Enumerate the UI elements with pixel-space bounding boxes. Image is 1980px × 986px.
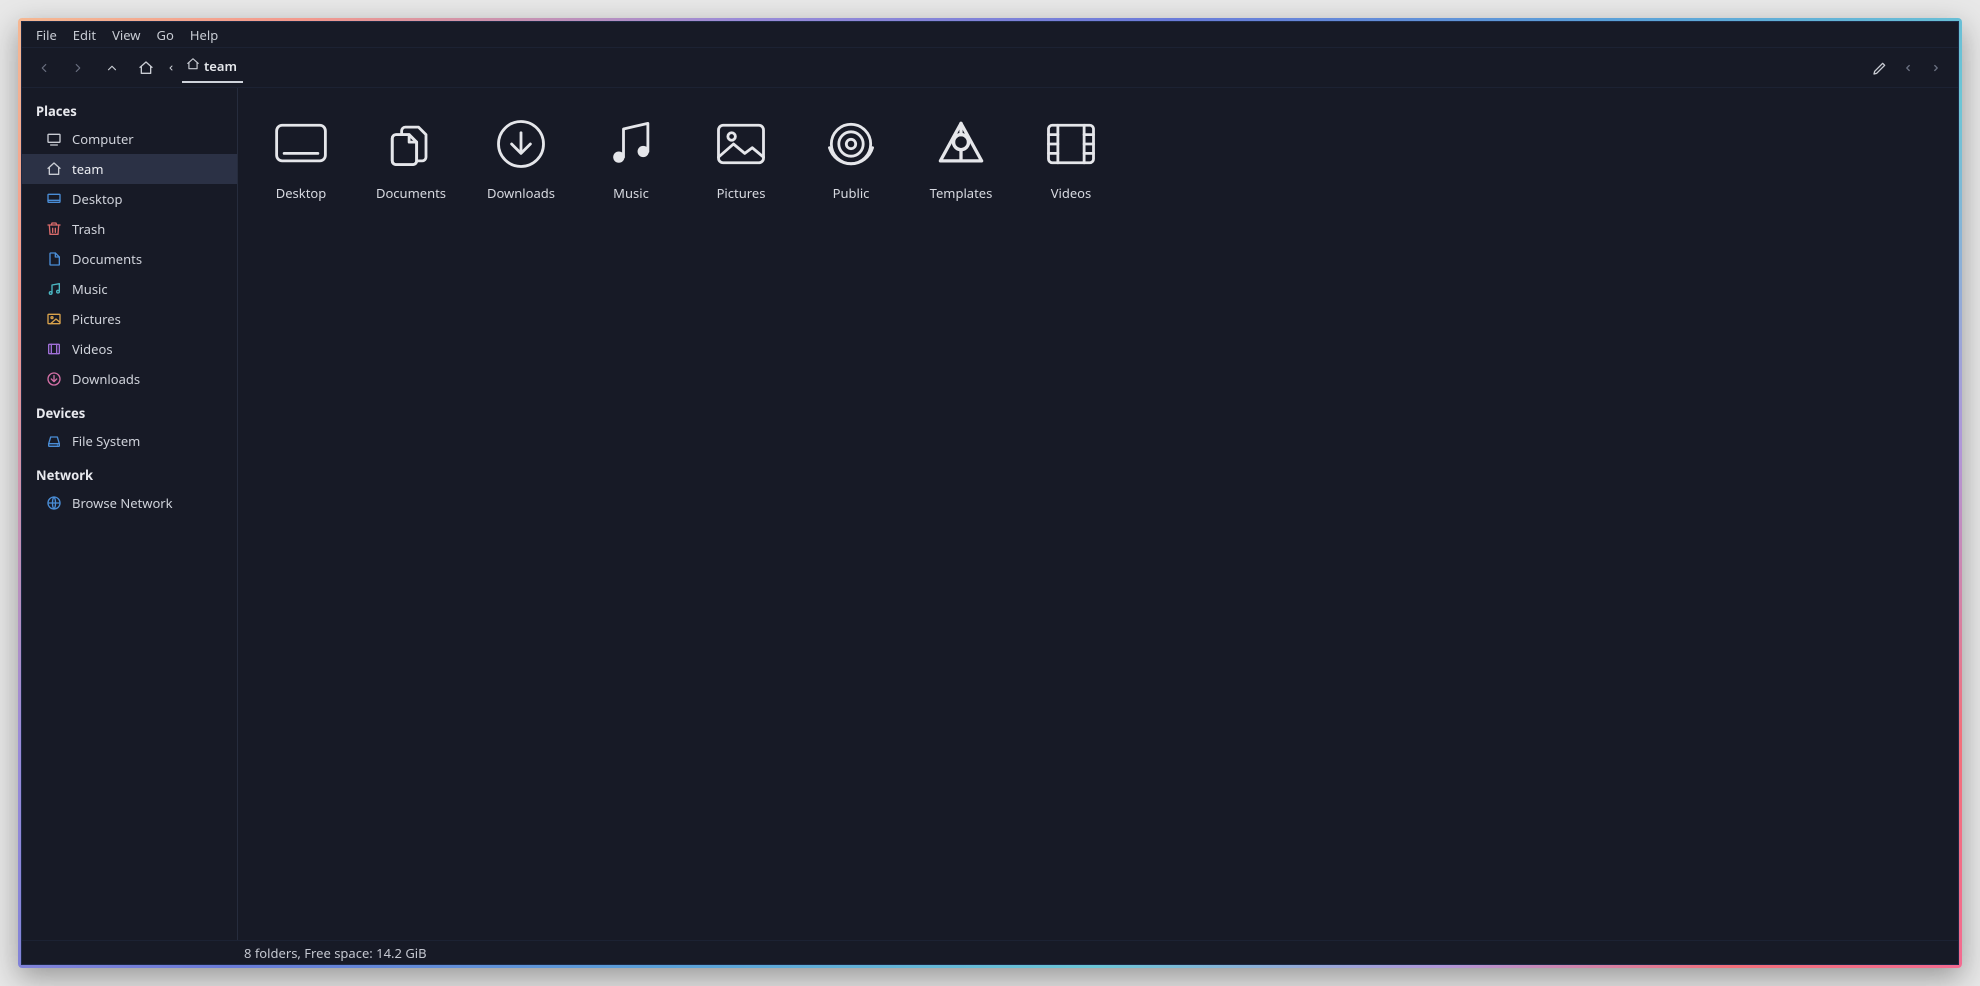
sidebar-item-label: Desktop <box>72 190 123 208</box>
desktop-icon <box>46 191 62 207</box>
window-body: Places Computer team <box>22 88 1958 940</box>
folder-downloads[interactable]: Downloads <box>466 104 576 206</box>
up-button[interactable] <box>98 54 126 82</box>
item-label: Videos <box>1051 184 1092 202</box>
downloads-icon <box>46 371 62 387</box>
music-icon <box>46 281 62 297</box>
folder-desktop[interactable]: Desktop <box>246 104 356 206</box>
folder-music[interactable]: Music <box>576 104 686 206</box>
sidebar-item-label: Browse Network <box>72 494 173 512</box>
sidebar-item-videos[interactable]: Videos <box>22 334 237 364</box>
menu-view[interactable]: View <box>104 24 148 46</box>
pictures-folder-icon <box>709 112 773 176</box>
sidebar-item-desktop[interactable]: Desktop <box>22 184 237 214</box>
monitor-icon <box>46 131 62 147</box>
music-folder-icon <box>599 112 663 176</box>
sidebar-item-trash[interactable]: Trash <box>22 214 237 244</box>
menu-edit[interactable]: Edit <box>65 24 104 46</box>
folder-templates[interactable]: Templates <box>906 104 1016 206</box>
edit-path-button[interactable] <box>1866 54 1894 82</box>
sidebar-item-label: Pictures <box>72 310 121 328</box>
sidebar-item-label: Documents <box>72 250 142 268</box>
videos-icon <box>46 341 62 357</box>
pictures-icon <box>46 311 62 327</box>
home-icon <box>46 161 62 177</box>
item-label: Desktop <box>276 184 327 202</box>
breadcrumb-separator-icon <box>166 63 176 73</box>
status-text: 8 folders, Free space: 14.2 GiB <box>244 944 427 962</box>
folder-documents[interactable]: Documents <box>356 104 466 206</box>
item-label: Documents <box>376 184 446 202</box>
menu-bar: File Edit View Go Help <box>22 22 1958 48</box>
menu-go[interactable]: Go <box>149 24 182 46</box>
sidebar-item-label: Downloads <box>72 370 140 388</box>
home-icon <box>186 56 200 75</box>
sidebar-item-pictures[interactable]: Pictures <box>22 304 237 334</box>
sidebar-item-file-system[interactable]: File System <box>22 426 237 456</box>
downloads-folder-icon <box>489 112 553 176</box>
documents-folder-icon <box>379 112 443 176</box>
item-label: Templates <box>930 184 993 202</box>
trash-icon <box>46 221 62 237</box>
sidebar: Places Computer team <box>22 88 238 940</box>
sidebar-item-music[interactable]: Music <box>22 274 237 304</box>
public-folder-icon <box>819 112 883 176</box>
sidebar-item-label: Trash <box>72 220 105 238</box>
back-button[interactable] <box>30 54 58 82</box>
home-button[interactable] <box>132 54 160 82</box>
sidebar-item-team[interactable]: team <box>22 154 237 184</box>
sidebar-item-label: File System <box>72 432 140 450</box>
sidebar-item-browse-network[interactable]: Browse Network <box>22 488 237 518</box>
sidebar-item-label: Music <box>72 280 108 298</box>
path-prev-button[interactable] <box>1894 54 1922 82</box>
item-label: Music <box>613 184 649 202</box>
sidebar-item-computer[interactable]: Computer <box>22 124 237 154</box>
desktop-folder-icon <box>269 112 333 176</box>
sidebar-item-label: team <box>72 160 103 178</box>
network-icon <box>46 495 62 511</box>
file-grid-area[interactable]: Desktop Documents <box>238 88 1958 940</box>
menu-file[interactable]: File <box>28 24 65 46</box>
menu-help[interactable]: Help <box>182 24 226 46</box>
sidebar-item-label: Videos <box>72 340 113 358</box>
folder-public[interactable]: Public <box>796 104 906 206</box>
forward-button[interactable] <box>64 54 92 82</box>
documents-icon <box>46 251 62 267</box>
folder-pictures[interactable]: Pictures <box>686 104 796 206</box>
toolbar: team <box>22 48 1958 88</box>
breadcrumb-current[interactable]: team <box>182 52 243 83</box>
sidebar-item-downloads[interactable]: Downloads <box>22 364 237 394</box>
file-manager-window: File Edit View Go Help <box>21 21 1959 965</box>
templates-folder-icon <box>929 112 993 176</box>
disk-icon <box>46 433 62 449</box>
folder-videos[interactable]: Videos <box>1016 104 1126 206</box>
file-grid: Desktop Documents <box>238 88 1958 222</box>
path-next-button[interactable] <box>1922 54 1950 82</box>
item-label: Pictures <box>717 184 766 202</box>
sidebar-item-label: Computer <box>72 130 134 148</box>
item-label: Public <box>833 184 870 202</box>
status-bar: 8 folders, Free space: 14.2 GiB <box>22 940 1958 964</box>
section-header-network: Network <box>22 456 237 488</box>
item-label: Downloads <box>487 184 555 202</box>
section-header-devices: Devices <box>22 394 237 426</box>
videos-folder-icon <box>1039 112 1103 176</box>
breadcrumb-label: team <box>204 57 237 75</box>
sidebar-item-documents[interactable]: Documents <box>22 244 237 274</box>
section-header-places: Places <box>22 92 237 124</box>
